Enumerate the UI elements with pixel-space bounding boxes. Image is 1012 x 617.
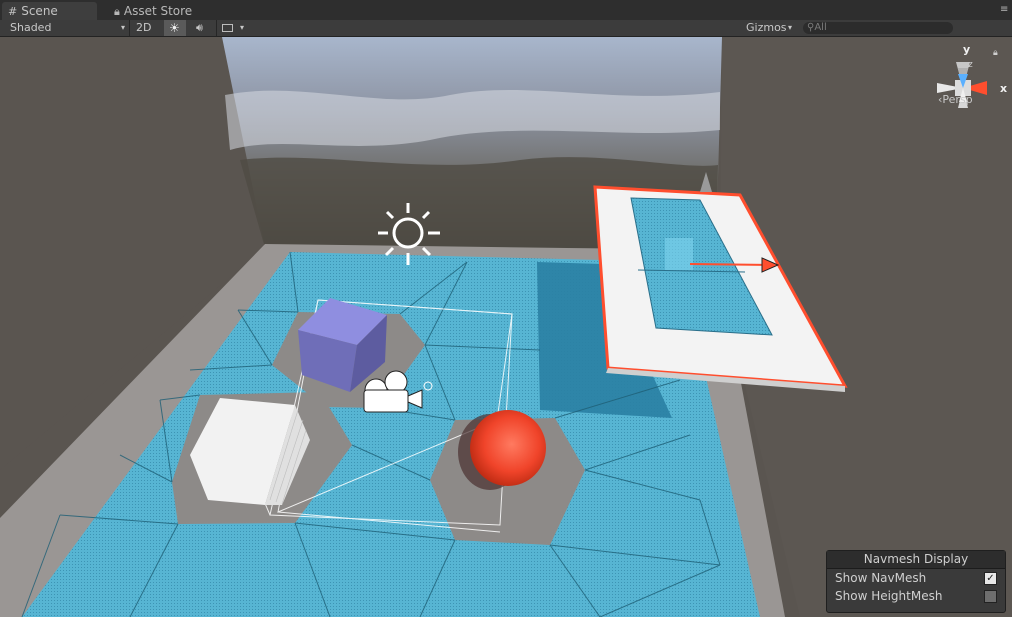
hash-icon: # [8,5,18,18]
tab-bar: # Scene 🔒︎ Asset Store ≡ [0,0,1012,20]
image-icon [222,24,233,32]
sun-icon: ☀ [169,21,180,35]
toolbar-divider [129,20,130,36]
toolbar-divider [216,20,217,36]
show-heightmesh-row[interactable]: Show HeightMesh [827,587,1005,605]
show-heightmesh-checkbox[interactable] [984,590,997,603]
gizmos-dropdown[interactable]: Gizmos ▾ [746,20,796,36]
speaker-icon: 🔊︎ [196,21,203,34]
navmesh-display-title: Navmesh Display [827,551,1005,569]
scene-toolbar: Shaded ▾ 2D ☀ 🔊︎ ▾ Gizmos ▾ ⚲All [0,20,1012,37]
axis-y-label: y [963,43,971,56]
gizmo-lock-icon[interactable]: 🔒︎ [993,48,998,58]
mode-2d-label: 2D [136,21,152,34]
mode-2d-toggle[interactable]: 2D [136,20,158,36]
scene-search-field[interactable]: ⚲All [803,22,953,34]
show-navmesh-checkbox[interactable]: ✓ [984,572,997,585]
window-menu-icon[interactable]: ≡ [1000,4,1010,16]
tab-scene-label: Scene [21,4,58,18]
red-sphere [470,410,546,486]
transform-x-axis [689,263,771,266]
scene-effects-dropdown[interactable]: ▾ [220,20,250,36]
show-heightmesh-label: Show HeightMesh [835,589,943,603]
scene-lighting-toggle[interactable]: ☀ [164,20,186,36]
gizmos-label: Gizmos [746,21,787,34]
show-navmesh-row[interactable]: Show NavMesh ✓ [827,569,1005,587]
unity-scene-window: # Scene 🔒︎ Asset Store ≡ Shaded ▾ 2D ☀ 🔊︎ … [0,0,1012,617]
show-navmesh-label: Show NavMesh [835,571,927,585]
scene-audio-toggle[interactable]: 🔊︎ [192,20,214,36]
axis-z-label: z [968,60,973,70]
dropdown-arrow-icon: ▾ [120,23,125,32]
projection-toggle[interactable]: ‹Persp [938,93,973,106]
lock-icon: 🔒︎ [114,5,120,18]
scene-render [0,37,1012,617]
tab-asset-store-label: Asset Store [123,4,193,18]
shading-mode-label: Shaded [10,21,52,34]
search-placeholder: All [814,22,827,33]
axis-x-label: x [1000,82,1008,95]
navmesh-display-panel: Navmesh Display Show NavMesh ✓ Show Heig… [826,550,1006,613]
plane-ghost-cube [665,238,693,270]
tab-scene[interactable]: # Scene [2,2,97,20]
dropdown-arrow-icon: ▾ [788,23,793,32]
tab-asset-store[interactable]: 🔒︎ Asset Store [108,2,218,20]
dropdown-arrow-icon: ▾ [240,23,245,32]
shading-mode-dropdown[interactable]: Shaded ▾ [10,20,125,36]
projection-label: Persp [942,93,973,106]
scene-viewport[interactable] [0,37,1012,617]
